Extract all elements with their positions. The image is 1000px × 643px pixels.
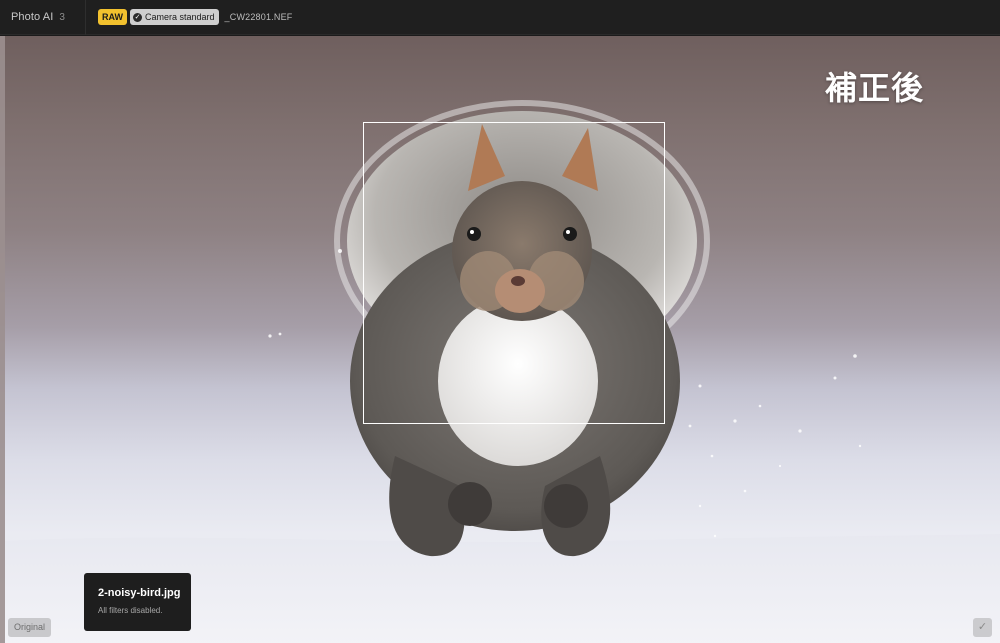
camera-profile-badge[interactable]: ✓ Camera standard — [130, 9, 219, 25]
app-version: 3 — [59, 11, 65, 23]
image-canvas[interactable]: 補正後 2-noisy-bird.jpg All filters disable… — [0, 36, 1000, 643]
confirm-button[interactable]: ✓ — [973, 618, 992, 637]
after-correction-label: 補正後 — [824, 69, 924, 107]
app-brand[interactable]: Photo AI 3 — [0, 0, 86, 35]
toast-title: 2-noisy-bird.jpg — [98, 587, 181, 599]
top-bar: Photo AI 3 RAW ✓ Camera standard _CW2280… — [0, 0, 1000, 35]
notification-toast: 2-noisy-bird.jpg All filters disabled. — [84, 573, 191, 631]
original-toggle-button[interactable]: Original — [8, 618, 52, 637]
app-name: Photo AI — [11, 11, 54, 23]
photo-ai-window: Photo AI 3 RAW ✓ Camera standard _CW2280… — [0, 0, 1000, 643]
toast-message: All filters disabled. — [98, 606, 163, 615]
file-info: RAW ✓ Camera standard _CW22801.NEF — [98, 9, 292, 25]
canvas-left-edge — [0, 36, 5, 643]
raw-badge: RAW — [98, 9, 127, 25]
check-circle-icon: ✓ — [133, 12, 142, 22]
subject-detection-frame[interactable] — [363, 122, 665, 424]
camera-profile-label: Camera standard — [145, 12, 215, 22]
file-name: _CW22801.NEF — [224, 12, 293, 22]
checkmark-icon: ✓ — [977, 621, 988, 633]
